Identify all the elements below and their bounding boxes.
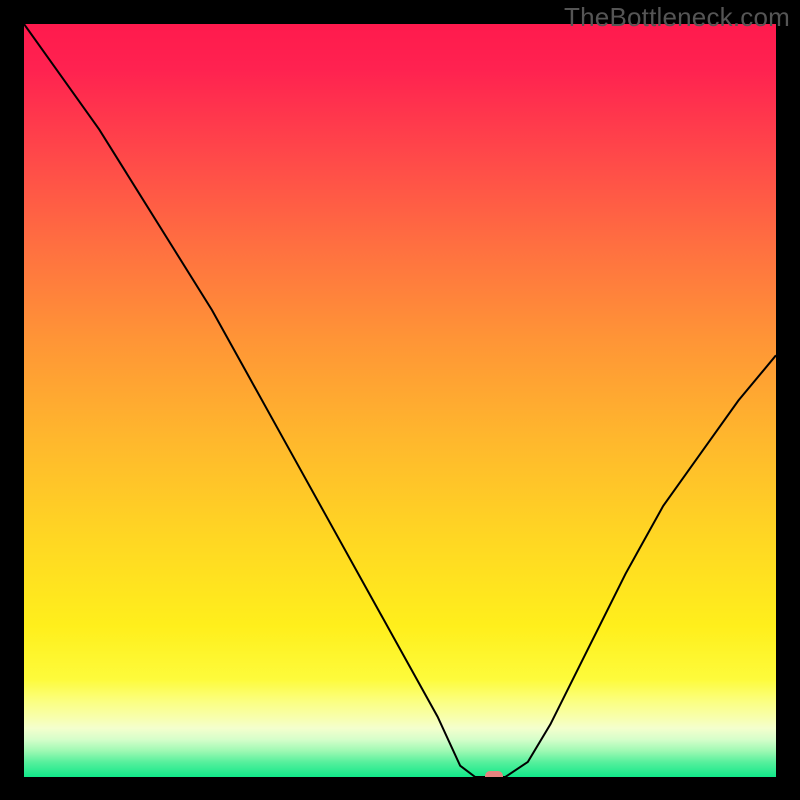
- gradient-area: [24, 24, 776, 777]
- chart-frame: TheBottleneck.com: [0, 0, 800, 800]
- optimum-marker: [485, 771, 503, 777]
- watermark-label: TheBottleneck.com: [564, 2, 790, 33]
- bottleneck-plot: [24, 24, 776, 777]
